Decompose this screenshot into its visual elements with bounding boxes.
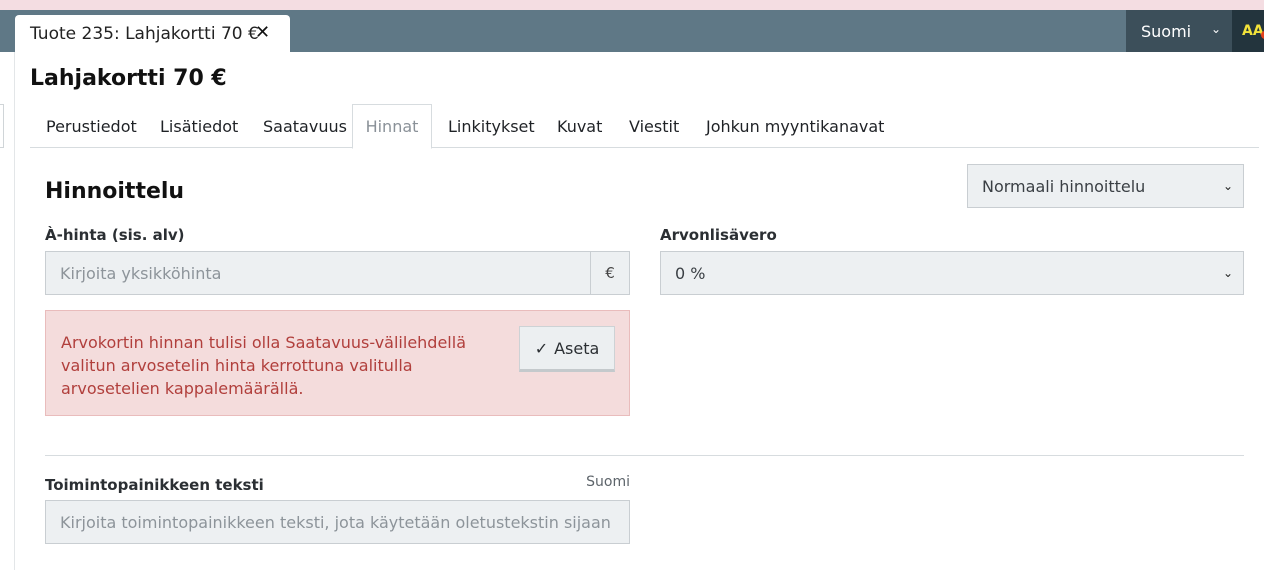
set-price-button[interactable]: ✓ Aseta — [519, 326, 615, 372]
vat-select[interactable]: 0 % ⌄ — [660, 251, 1244, 295]
vat-value: 0 % — [675, 263, 706, 283]
language-selector[interactable]: Suomi ⌄ — [1126, 10, 1232, 52]
close-icon[interactable]: ✕ — [255, 22, 270, 43]
unit-price-placeholder: Kirjoita yksikköhinta — [60, 263, 222, 283]
currency-addon: € — [590, 251, 630, 295]
chevron-down-icon: ⌄ — [1211, 22, 1222, 36]
price-warning-alert: Arvokortin hinnan tulisi olla Saatavuus-… — [45, 310, 630, 416]
action-button-text-placeholder: Kirjoita toimintopainikkeen teksti, jota… — [60, 512, 611, 532]
open-product-tab-title: Tuote 235: Lahjakortti 70 € — [30, 23, 259, 44]
vat-label: Arvonlisävero — [660, 226, 777, 244]
section-divider — [45, 455, 1244, 456]
pricing-mode-value: Normaali hinnoittelu — [982, 176, 1146, 196]
language-label: Suomi — [1141, 21, 1192, 41]
open-product-tab[interactable]: Tuote 235: Lahjakortti 70 € ✕ — [15, 15, 290, 52]
action-button-text-input[interactable]: Kirjoita toimintopainikkeen teksti, jota… — [45, 500, 630, 544]
top-strip — [0, 0, 1264, 10]
page-title: Lahjakortti 70 € — [30, 66, 227, 91]
tab-johkun-myyntikanavat[interactable]: Johkun myyntikanavat — [706, 104, 884, 148]
tab-perustiedot[interactable]: Perustiedot — [46, 104, 137, 148]
tab-linkitykset[interactable]: Linkitykset — [448, 104, 535, 148]
tab-lisatiedot[interactable]: Lisätiedot — [160, 104, 238, 148]
action-button-language-hint: Suomi — [586, 474, 630, 490]
tab-bar: Perustiedot Lisätiedot Saatavuus Hinnat … — [30, 104, 1259, 149]
pricing-mode-select[interactable]: Normaali hinnoittelu ⌄ — [967, 164, 1244, 208]
left-panel-border — [14, 52, 15, 570]
tab-kuvat[interactable]: Kuvat — [557, 104, 602, 148]
side-panel-edge — [0, 104, 4, 148]
tab-saatavuus[interactable]: Saatavuus — [263, 104, 347, 148]
tab-hinnat[interactable]: Hinnat — [352, 104, 432, 149]
chevron-down-icon: ⌄ — [1222, 266, 1233, 280]
price-warning-text: Arvokortin hinnan tulisi olla Saatavuus-… — [61, 333, 466, 398]
action-button-text-label: Toimintopainikkeen teksti — [45, 476, 264, 494]
chevron-down-icon: ⌄ — [1222, 179, 1233, 193]
unit-price-input[interactable]: Kirjoita yksikköhinta — [45, 251, 591, 295]
pricing-section-title: Hinnoittelu — [45, 179, 185, 204]
check-icon: ✓ — [534, 338, 549, 358]
unit-price-label: À-hinta (sis. alv) — [45, 226, 185, 244]
set-price-button-label: Aseta — [554, 338, 600, 358]
avatar[interactable]: AA — [1232, 10, 1264, 52]
tab-viestit[interactable]: Viestit — [629, 104, 679, 148]
